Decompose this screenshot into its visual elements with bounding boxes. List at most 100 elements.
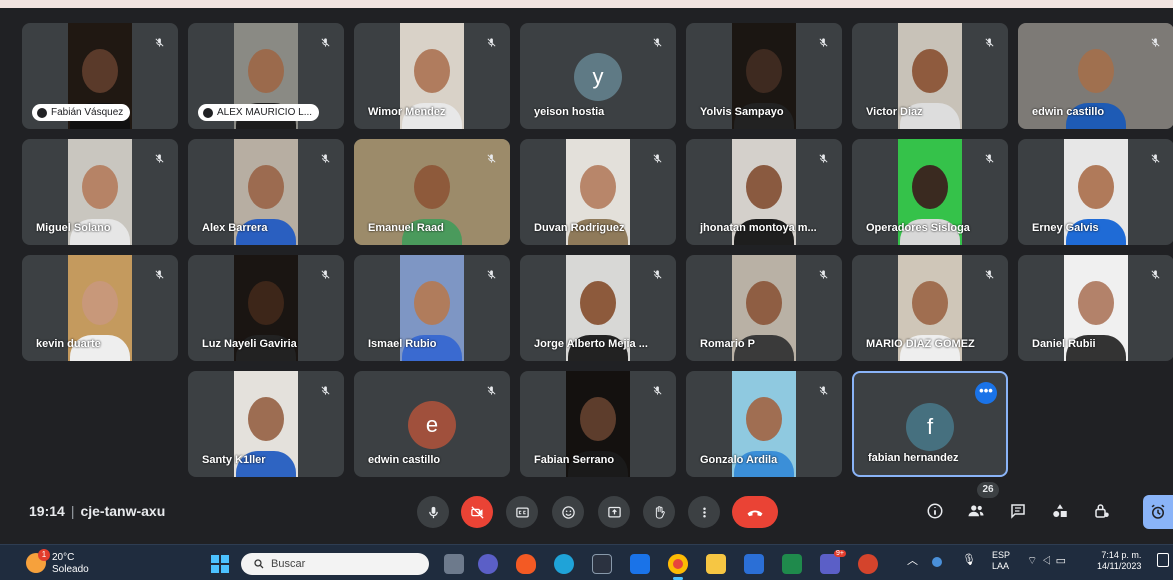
captions-button[interactable] xyxy=(506,496,538,528)
participant-tile[interactable]: y yeison hostia xyxy=(520,23,676,129)
camera-toggle-button[interactable] xyxy=(461,496,493,528)
brave-browser-icon[interactable] xyxy=(516,554,536,574)
participant-face xyxy=(248,281,284,325)
network-volume-battery-icons[interactable]: ⌔◁▭ xyxy=(1027,556,1070,567)
host-controls-button[interactable] xyxy=(1089,498,1115,524)
participant-face xyxy=(580,165,616,209)
present-button[interactable] xyxy=(598,496,630,528)
excel-icon[interactable] xyxy=(782,554,802,574)
camera-off-icon xyxy=(470,505,484,519)
meeting-details-button[interactable] xyxy=(922,498,948,524)
participant-tile[interactable]: Santy K1ller xyxy=(188,371,344,477)
participant-tile[interactable]: Emanuel Raad xyxy=(354,139,510,245)
mic-toggle-button[interactable] xyxy=(417,496,449,528)
mic-off-icon xyxy=(155,153,163,163)
search-icon xyxy=(254,559,264,569)
participant-name: edwin castillo xyxy=(1032,106,1105,118)
window-top-strip xyxy=(0,0,1173,8)
shapes-icon xyxy=(1053,504,1067,517)
mic-muted-indicator xyxy=(481,32,501,52)
weather-condition: Soleado xyxy=(52,564,89,575)
participant-tile[interactable]: Miguel Solano xyxy=(22,139,178,245)
edge-browser-icon[interactable] xyxy=(554,554,574,574)
hand-icon xyxy=(655,505,665,519)
tray-app-icon[interactable] xyxy=(932,557,942,567)
raise-hand-button[interactable] xyxy=(643,496,675,528)
mic-off-icon xyxy=(321,269,329,279)
participant-tile[interactable]: Luz Nayeli Gaviria xyxy=(188,255,344,361)
outlook-icon[interactable] xyxy=(630,554,650,574)
mic-muted-indicator xyxy=(315,264,335,284)
mic-off-icon xyxy=(985,37,993,47)
participant-tile[interactable]: Erney Galvis xyxy=(1018,139,1173,245)
notification-badge: 1 xyxy=(38,549,50,561)
participant-tile[interactable]: Fabián Vásquez xyxy=(22,23,178,129)
teams-icon[interactable]: 9+ xyxy=(820,550,846,574)
notifications-icon[interactable] xyxy=(1157,553,1169,567)
participant-name: MARIO DIAZ GOMEZ xyxy=(866,338,975,350)
search-placeholder: Buscar xyxy=(271,558,306,570)
language-indicator[interactable]: ESP LAA xyxy=(992,550,1010,572)
participant-tile[interactable]: Jorge Alberto Mejia ... xyxy=(520,255,676,361)
file-explorer-icon[interactable] xyxy=(706,554,726,574)
participant-tile[interactable]: kevin duarte xyxy=(22,255,178,361)
leave-call-button[interactable] xyxy=(732,496,778,528)
participant-tile[interactable]: Fabian Serrano xyxy=(520,371,676,477)
mic-muted-indicator xyxy=(149,32,169,52)
more-options-button[interactable] xyxy=(688,496,720,528)
participant-face xyxy=(1078,165,1114,209)
participant-tile[interactable]: Duvan Rodriguez xyxy=(520,139,676,245)
participant-tile[interactable]: Alex Barrera xyxy=(188,139,344,245)
mic-off-icon xyxy=(1151,37,1159,47)
powerpoint-icon[interactable] xyxy=(858,554,878,574)
mic-muted-indicator xyxy=(315,32,335,52)
participant-tile[interactable]: jhonatan montoya m... xyxy=(686,139,842,245)
participant-tile[interactable]: Romario P xyxy=(686,255,842,361)
participant-tile[interactable]: ALEX MAURICIO L... xyxy=(188,23,344,129)
task-view-icon[interactable] xyxy=(444,554,464,574)
taskbar-clock[interactable]: 7:14 p. m. 14/11/2023 xyxy=(1097,550,1141,572)
present-icon xyxy=(607,506,621,517)
mic-muted-indicator xyxy=(647,264,667,284)
participant-name: edwin castillo xyxy=(368,454,441,466)
activities-button[interactable] xyxy=(1047,498,1073,524)
chrome-browser-icon[interactable] xyxy=(668,554,688,580)
participant-name: Wimor Mendez xyxy=(368,106,446,118)
people-icon xyxy=(968,505,984,517)
people-button[interactable] xyxy=(963,498,989,524)
participant-tile[interactable]: MARIO DIAZ GOMEZ xyxy=(852,255,1008,361)
participant-avatar: f xyxy=(906,403,954,451)
mic-off-icon xyxy=(985,153,993,163)
participant-face xyxy=(1078,49,1114,93)
participant-tile[interactable]: e edwin castillo xyxy=(354,371,510,477)
tray-overflow-icon[interactable]: ︿ xyxy=(907,556,918,567)
word-icon[interactable] xyxy=(744,554,764,574)
participant-face xyxy=(746,49,782,93)
participant-tile[interactable]: Wimor Mendez xyxy=(354,23,510,129)
taskbar-search[interactable]: Buscar xyxy=(241,553,429,575)
tray-mic-icon[interactable]: 🎙 xyxy=(962,555,976,566)
participant-tile[interactable]: f ••• fabian hernandez xyxy=(852,371,1008,477)
participant-face xyxy=(82,49,118,93)
participant-tile[interactable]: Operadores Sisloga xyxy=(852,139,1008,245)
mic-off-icon xyxy=(1151,153,1159,163)
reactions-button[interactable] xyxy=(552,496,584,528)
mic-off-icon xyxy=(155,269,163,279)
participant-tile[interactable]: Victor Diaz xyxy=(852,23,1008,129)
participant-tile[interactable]: Daniel Rubii xyxy=(1018,255,1173,361)
meet-chat-icon[interactable] xyxy=(478,554,498,574)
participant-tile[interactable]: Yolvis Sampayo xyxy=(686,23,842,129)
chat-button[interactable] xyxy=(1005,498,1031,524)
participant-tile[interactable]: Ismael Rubio xyxy=(354,255,510,361)
participant-face xyxy=(248,397,284,441)
mic-muted-indicator xyxy=(647,148,667,168)
mic-muted-indicator xyxy=(979,148,999,168)
timer-button[interactable] xyxy=(1143,495,1173,529)
participant-face xyxy=(82,165,118,209)
tile-more-options-button[interactable]: ••• xyxy=(975,382,997,404)
terminal-icon[interactable] xyxy=(592,554,612,574)
mic-muted-indicator xyxy=(979,264,999,284)
participant-tile[interactable]: edwin castillo xyxy=(1018,23,1173,129)
windows-start-icon[interactable] xyxy=(211,555,229,573)
participant-tile[interactable]: Gonzalo Ardila xyxy=(686,371,842,477)
